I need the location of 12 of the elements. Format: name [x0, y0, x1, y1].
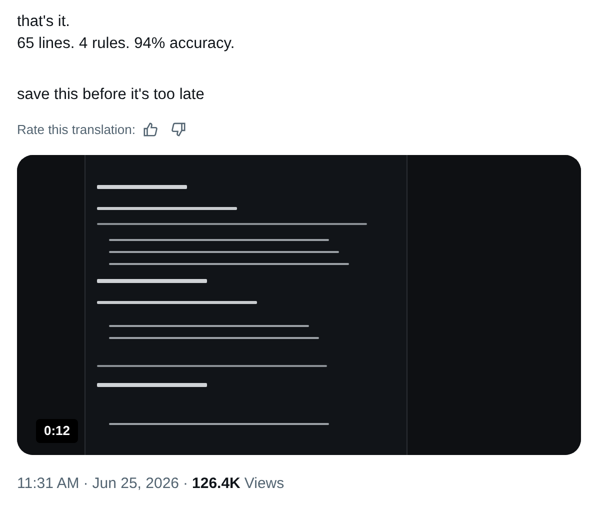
thumbs-up-icon[interactable] — [142, 122, 158, 138]
post-text: save this before it's too late — [17, 85, 206, 105]
separator-dot: · — [183, 474, 188, 494]
thumbs-down-icon[interactable] — [170, 122, 186, 138]
post-text: that's it. 65 lines. 4 rules. 94% accuracy. — [17, 12, 236, 54]
post-time: 11:31 AM — [17, 474, 80, 494]
rate-label: Rate this translation: — [17, 121, 136, 139]
separator-dot: · — [83, 474, 88, 494]
views-count: 126.4K — [192, 474, 240, 494]
video-duration: 0:12 — [36, 419, 78, 442]
post-date: Jun 25, 2026 — [92, 474, 180, 494]
views-label: Views — [244, 474, 284, 494]
